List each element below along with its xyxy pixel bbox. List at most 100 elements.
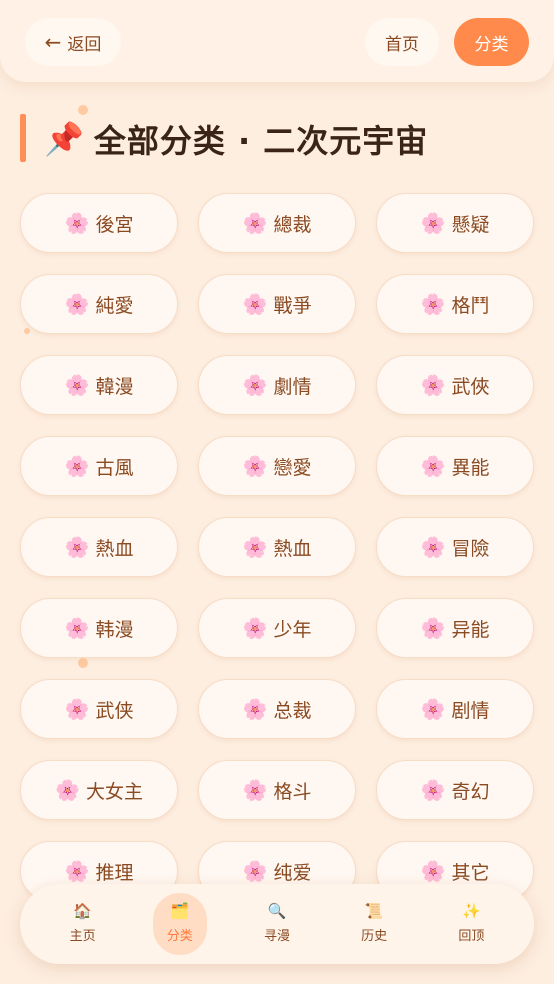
- category-chip-label: 後宮: [95, 213, 134, 236]
- category-chip-label: 格鬥: [451, 294, 490, 317]
- category-chip[interactable]: 🌸 古風: [20, 436, 178, 496]
- sakura-icon: 🌸: [242, 778, 268, 802]
- nav-label: 回顶: [458, 929, 485, 944]
- sakura-icon: 🌸: [64, 616, 90, 640]
- category-chip-label: 其它: [451, 861, 490, 884]
- sakura-icon: 🌸: [420, 292, 446, 316]
- nav-label: 分类: [166, 929, 193, 944]
- nav-label: 主页: [69, 929, 96, 944]
- category-chip[interactable]: 🌸 少年: [198, 598, 356, 658]
- sakura-icon: 🌸: [420, 616, 446, 640]
- sakura-icon: 🌸: [242, 454, 268, 478]
- category-chip-label: 冒險: [451, 537, 490, 560]
- nav-label: 寻漫: [263, 929, 290, 944]
- category-chip-label: 纯爱: [273, 861, 312, 884]
- category-chip-label: 异能: [451, 618, 490, 641]
- category-chip[interactable]: 🌸 奇幻: [376, 760, 534, 820]
- category-chip-label: 剧情: [451, 699, 490, 722]
- sakura-icon: 🌸: [242, 616, 268, 640]
- bottom-nav: 🏠 主页 🗂️ 分类 🔍 寻漫 📜 历史 ✨ 回顶: [20, 884, 534, 964]
- sakura-icon: 🌸: [64, 292, 90, 316]
- category-chip[interactable]: 🌸 剧情: [376, 679, 534, 739]
- category-chip[interactable]: 🌸 戀愛: [198, 436, 356, 496]
- category-button[interactable]: 分类: [454, 18, 529, 66]
- house-icon: 🏠: [73, 902, 92, 920]
- back-label: 返回: [67, 34, 102, 55]
- folder-icon: 🗂️: [170, 902, 190, 920]
- category-chip-label: 推理: [95, 861, 134, 884]
- sakura-icon: 🌸: [64, 697, 90, 721]
- category-chip-label: 少年: [273, 618, 312, 641]
- category-chip-label: 韩漫: [95, 618, 134, 641]
- category-chip[interactable]: 🌸 韩漫: [20, 598, 178, 658]
- category-chip[interactable]: 🌸 武侠: [20, 679, 178, 739]
- category-chip[interactable]: 🌸 韓漫: [20, 355, 178, 415]
- sakura-icon: 🌸: [242, 859, 268, 883]
- sakura-icon: 🌸: [420, 778, 446, 802]
- category-chip-label: 純愛: [95, 294, 134, 317]
- sakura-icon: 🌸: [420, 859, 446, 883]
- nav-home[interactable]: 🏠 主页: [56, 893, 110, 955]
- back-button[interactable]: ← 返回: [25, 18, 121, 66]
- category-chip-label: 熱血: [95, 537, 134, 560]
- category-chip-label: 戀愛: [273, 456, 312, 479]
- back-arrow-icon: ←: [44, 30, 62, 54]
- category-chip-label: 大女主: [85, 780, 143, 803]
- category-chip[interactable]: 🌸 劇情: [198, 355, 356, 415]
- nav-category[interactable]: 🗂️ 分类: [152, 893, 207, 955]
- pin-icon: 📌: [44, 120, 84, 158]
- category-chip[interactable]: 🌸 熱血: [198, 517, 356, 577]
- category-chip[interactable]: 🌸 懸疑: [376, 193, 534, 253]
- category-chip-label: 懸疑: [451, 213, 490, 236]
- category-chip[interactable]: 🌸 異能: [376, 436, 534, 496]
- sparkles-icon: ✨: [462, 902, 481, 920]
- category-chip-label: 異能: [451, 456, 490, 479]
- nav-search[interactable]: 🔍 寻漫: [250, 893, 304, 955]
- sakura-icon: 🌸: [420, 211, 446, 235]
- category-chip-label: 古風: [95, 456, 134, 479]
- category-chip[interactable]: 🌸 總裁: [198, 193, 356, 253]
- decor-dot: [78, 105, 88, 115]
- category-chip-label: 武俠: [451, 375, 490, 398]
- sakura-icon: 🌸: [242, 697, 268, 721]
- category-chip-label: 韓漫: [95, 375, 134, 398]
- nav-history[interactable]: 📜 历史: [347, 893, 401, 955]
- category-chip-label: 劇情: [273, 375, 312, 398]
- category-chip-label: 奇幻: [451, 780, 490, 803]
- category-chip[interactable]: 🌸 格鬥: [376, 274, 534, 334]
- category-chip-label: 總裁: [273, 213, 312, 236]
- category-chip-label: 总裁: [273, 699, 312, 722]
- sakura-icon: 🌸: [64, 454, 90, 478]
- top-bar: ← 返回 首页 分类: [0, 0, 554, 82]
- nav-label: 历史: [361, 929, 388, 944]
- category-chip[interactable]: 🌸 格斗: [198, 760, 356, 820]
- category-chip[interactable]: 🌸 武俠: [376, 355, 534, 415]
- sakura-icon: 🌸: [420, 535, 446, 559]
- sakura-icon: 🌸: [64, 373, 90, 397]
- category-chip[interactable]: 🌸 戰爭: [198, 274, 356, 334]
- category-chip[interactable]: 🌸 純愛: [20, 274, 178, 334]
- sakura-icon: 🌸: [420, 697, 446, 721]
- category-chip[interactable]: 🌸 熱血: [20, 517, 178, 577]
- page-title: 全部分类 · 二次元宇宙: [93, 122, 429, 160]
- sakura-icon: 🌸: [55, 778, 80, 802]
- page-title-wrap: 📌 全部分类 · 二次元宇宙: [44, 116, 428, 162]
- sakura-icon: 🌸: [242, 292, 268, 316]
- category-grid: 🌸 後宮 🌸 總裁 🌸 懸疑 🌸 純愛 🌸 戰爭 🌸 格鬥 🌸 韓漫 🌸 劇情 🌸 武俠 🌸 古風 🌸 戀愛 🌸 異能 🌸 熱血 🌸…: [20, 193, 534, 901]
- title-accent-bar: [20, 114, 26, 162]
- category-chip[interactable]: 🌸 大女主: [20, 760, 178, 820]
- sakura-icon: 🌸: [242, 211, 268, 235]
- magnifier-icon: 🔍: [267, 902, 287, 920]
- category-chip-label: 格斗: [273, 780, 312, 803]
- sakura-icon: 🌸: [64, 211, 90, 235]
- sakura-icon: 🌸: [420, 373, 446, 397]
- sakura-icon: 🌸: [64, 859, 90, 883]
- nav-top[interactable]: ✨ 回顶: [444, 893, 498, 955]
- scroll-icon: 📜: [364, 902, 384, 920]
- category-chip[interactable]: 🌸 後宮: [20, 193, 178, 253]
- category-chip[interactable]: 🌸 总裁: [198, 679, 356, 739]
- category-chip[interactable]: 🌸 异能: [376, 598, 534, 658]
- sakura-icon: 🌸: [420, 454, 446, 478]
- category-chip[interactable]: 🌸 冒險: [376, 517, 534, 577]
- home-button[interactable]: 首页: [365, 18, 439, 66]
